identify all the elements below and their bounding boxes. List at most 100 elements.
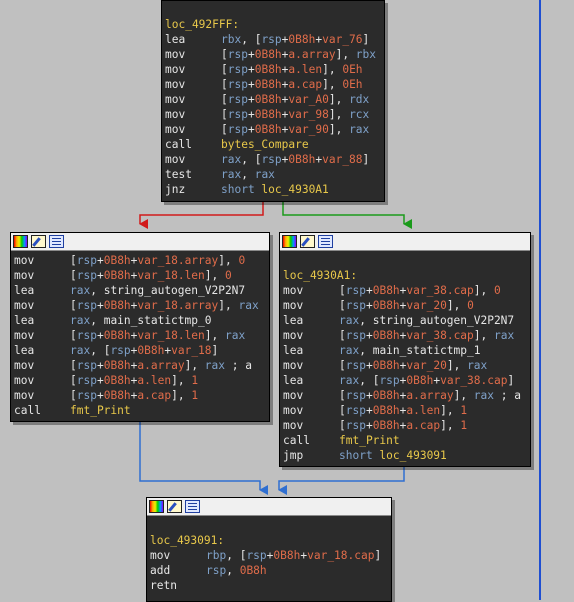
asm-line[interactable]: mov [rsp+0B8h+var_18.array], rax [14,298,269,313]
asm-line[interactable]: call fmt_Print [14,403,269,418]
asm-mnemonic: lea [14,284,35,297]
asm-line[interactable]: retn [150,578,391,593]
basic-block-loc-4930a1[interactable]: loc_4930A1: mov [rsp+0B8h+var_38.cap], 0m… [279,232,531,467]
asm-line[interactable]: mov [rsp+0B8h+a.array], rax ; a [14,358,269,373]
asm-line[interactable]: add rsp, 0B8h [150,563,391,578]
asm-line[interactable]: mov [rsp+0B8h+a.len], 1 [14,373,269,388]
asm-mnemonic: mov [165,48,186,61]
color-palette-icon[interactable] [13,235,28,248]
asm-line[interactable]: call bytes_Compare [165,137,384,152]
asm-line[interactable]: lea rax, [rsp+0B8h+var_38.cap] [283,373,530,388]
graph-overview-icon[interactable] [318,235,333,248]
asm-line[interactable]: lea rax, main_statictmp_1 [283,343,530,358]
asm-line[interactable]: lea rax, [rsp+0B8h+var_18] [14,343,269,358]
asm-operand: [ [339,389,346,402]
asm-line[interactable]: lea rbx, [rsp+0B8h+var_76] [165,32,384,47]
asm-operand: 1 [460,404,468,417]
asm-operand: 0B8h [103,389,131,402]
asm-operand: 0B8h [372,284,400,297]
rename-pencil-icon[interactable] [31,235,46,248]
asm-line[interactable]: mov [rsp+0B8h+var_38.cap], rax [283,328,530,343]
basic-block-fallthrough[interactable]: mov [rsp+0B8h+var_18.array], 0 mov [rsp+0B8… [10,232,270,422]
asm-operand: [ [70,374,77,387]
block-header [147,498,391,516]
asm-line[interactable]: mov [rsp+0B8h+var_18.len], rax [14,328,269,343]
basic-block-loc-492fff[interactable]: loc_492FFF: lea rbx, [rsp+0B8h+var_76] mov… [161,0,385,202]
asm-line[interactable]: lea rax, string_autogen_V2P2N7 [14,283,269,298]
asm-operand: rsp [76,299,97,312]
asm-operand: ], [473,284,494,297]
asm-operand: short [221,183,262,196]
asm-operand: 0B8h [372,299,400,312]
asm-operand: + [365,329,373,342]
asm-symbol-ref[interactable]: fmt_Print [70,404,131,417]
asm-line[interactable]: lea rax, string_autogen_V2P2N7 [283,313,530,328]
graph-overview-icon[interactable] [49,235,64,248]
asm-line[interactable]: mov [rsp+0B8h+a.cap], 1 [14,388,269,403]
asm-line[interactable]: mov [rsp+0B8h+var_18.len], 0 [14,268,269,283]
asm-mnemonic: mov [165,63,186,76]
asm-operand: short [339,449,380,462]
asm-operand: 0B8h [254,78,282,91]
asm-symbol-ref[interactable]: loc_493091 [379,449,446,462]
asm-mnemonic: mov [14,359,35,372]
asm-line[interactable]: mov [rsp+0B8h+a.array], rax ; a [283,388,530,403]
asm-line[interactable]: mov [rsp+0B8h+var_38.cap], 0 [283,283,530,298]
asm-operand: var_18.array [137,299,219,312]
asm-operand: rsp [227,63,248,76]
asm-line[interactable]: mov [rsp+0B8h+a.len], 1 [283,403,530,418]
asm-line[interactable]: lea rax, main_statictmp_0 [14,313,269,328]
asm-operand: [ [221,108,228,121]
asm-operand: 1 [191,389,199,402]
rename-pencil-icon[interactable] [167,500,182,513]
asm-mnemonic: mov [165,153,186,166]
asm-operand: ], [440,404,461,417]
asm-operand: ; a [225,359,252,372]
asm-symbol-ref[interactable]: fmt_Print [339,434,400,447]
asm-operand: rax [70,344,91,357]
asm-line[interactable]: test rax, rax [165,167,384,182]
asm-line[interactable]: mov [rsp+0B8h+a.array], rbx [165,47,384,62]
asm-operand: var_76 [322,33,363,46]
asm-line[interactable]: mov [rsp+0B8h+var_20], 0 [283,298,530,313]
asm-operand: [ [221,123,228,136]
asm-line[interactable]: mov [rsp+0B8h+a.len], 0Eh [165,62,384,77]
asm-operand: rax [70,314,91,327]
asm-line[interactable]: mov rax, [rsp+0B8h+var_88] [165,152,384,167]
asm-operand: rax [473,389,495,402]
asm-operand: 0B8h [273,549,301,562]
asm-line[interactable]: jnz short loc_4930A1 [165,182,384,197]
basic-block-loc-493091[interactable]: loc_493091: mov rbp, [rsp+0B8h+var_18.cap… [146,497,392,602]
asm-line[interactable]: mov [rsp+0B8h+var_A0], rdx [165,92,384,107]
asm-symbol-ref[interactable]: bytes_Compare [221,138,309,151]
asm-operand: ], [328,93,350,106]
asm-line[interactable]: mov rbp, [rsp+0B8h+var_18.cap] [150,548,391,563]
asm-operand: var_98 [288,108,329,121]
asm-operand: 0B8h [406,374,434,387]
asm-operand: + [96,299,104,312]
asm-operand: var_18 [171,344,212,357]
asm-symbol-ref[interactable]: loc_4930A1 [261,183,328,196]
block-header [11,233,269,251]
asm-operand: rsp [345,299,366,312]
asm-operand: ] [507,374,515,387]
color-palette-icon[interactable] [282,235,297,248]
asm-line[interactable]: mov [rsp+0B8h+var_98], rcx [165,107,384,122]
asm-line[interactable]: mov [rsp+0B8h+var_18.array], 0 [14,253,269,268]
asm-operand: 0 [238,254,246,267]
asm-operand: + [247,123,255,136]
asm-line[interactable]: mov [rsp+0B8h+a.cap], 1 [283,418,530,433]
graph-overview-icon[interactable] [185,500,200,513]
asm-operand: + [247,63,255,76]
asm-line[interactable]: mov [rsp+0B8h+a.cap], 0Eh [165,77,384,92]
asm-mnemonic: mov [14,329,35,342]
asm-operand: 0B8h [254,63,282,76]
color-palette-icon[interactable] [149,500,164,513]
asm-mnemonic: mov [283,419,304,432]
asm-line[interactable]: mov [rsp+0B8h+var_90], rax [165,122,384,137]
asm-line[interactable]: jmp short loc_493091 [283,448,530,463]
asm-line[interactable]: mov [rsp+0B8h+var_20], rax [283,358,530,373]
asm-line[interactable]: call fmt_Print [283,433,530,448]
rename-pencil-icon[interactable] [300,235,315,248]
asm-operand: ] [211,344,219,357]
